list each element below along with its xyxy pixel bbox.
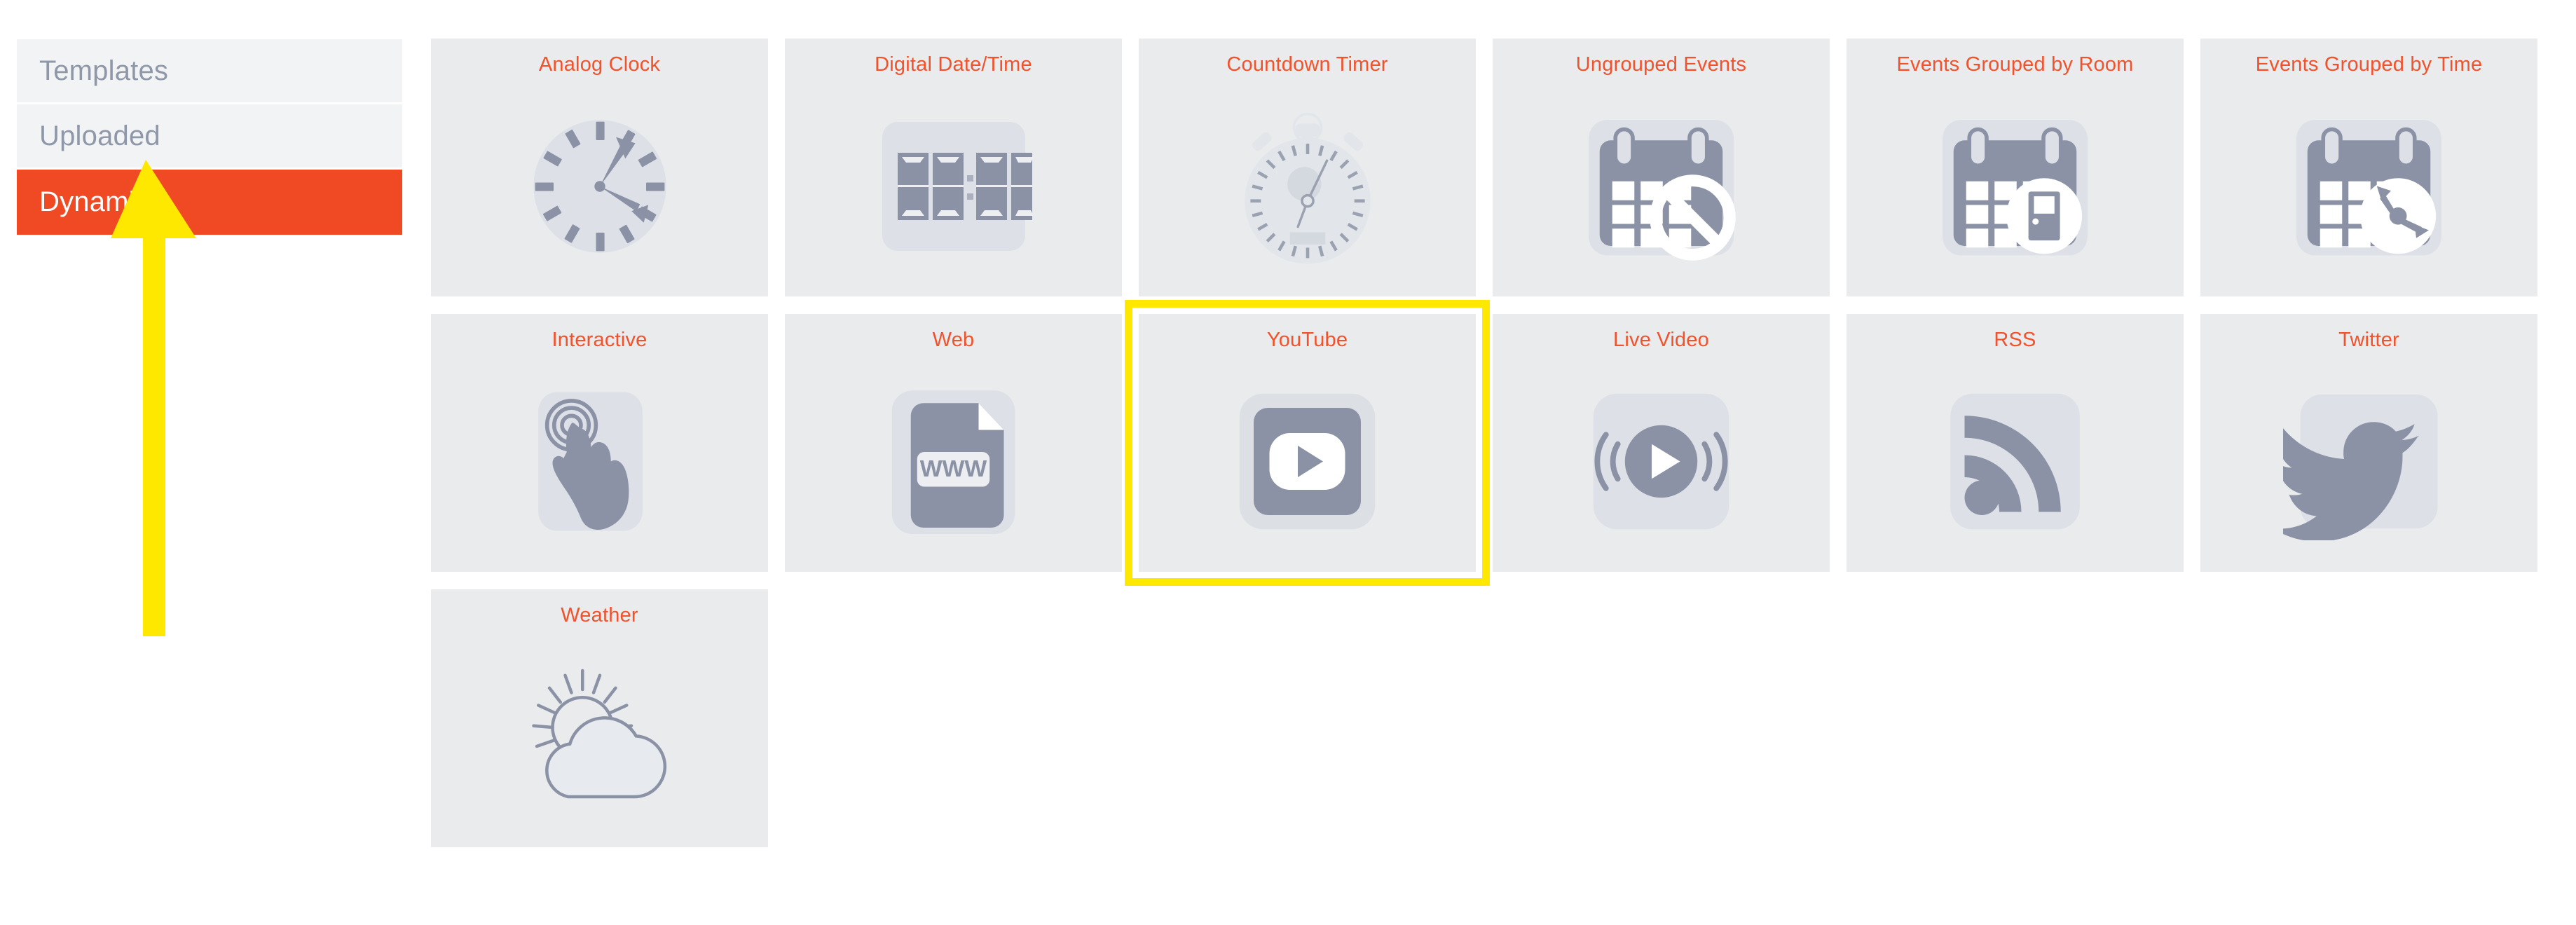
template-card-web[interactable]: Web WWW bbox=[785, 314, 1122, 572]
template-row: Interactive Web WWW YouTube Live Video R… bbox=[431, 300, 2565, 586]
rss-icon bbox=[1847, 352, 2184, 572]
template-card-ungrouped-events[interactable]: Ungrouped Events bbox=[1493, 39, 1830, 296]
analog-clock-icon bbox=[431, 76, 768, 296]
www-label: WWW bbox=[920, 455, 987, 482]
digital-clock-icon bbox=[785, 76, 1122, 296]
template-card-twitter[interactable]: Twitter bbox=[2200, 314, 2537, 572]
stopwatch-icon bbox=[1139, 76, 1476, 296]
card-label: RSS bbox=[1994, 329, 2036, 351]
weather-sun-cloud-icon bbox=[431, 627, 768, 847]
template-card-interactive[interactable]: Interactive bbox=[431, 314, 768, 572]
template-row: Analog Clock Digital Date/Time Countdown… bbox=[431, 39, 2565, 296]
template-card-weather[interactable]: Weather bbox=[431, 589, 768, 847]
card-label: Countdown Timer bbox=[1226, 53, 1388, 76]
card-label: Analog Clock bbox=[538, 53, 661, 76]
template-card-events-grouped-by-time[interactable]: Events Grouped by Time bbox=[2200, 39, 2537, 296]
calendar-blocked-icon bbox=[1493, 76, 1830, 296]
template-card-youtube[interactable]: YouTube bbox=[1125, 300, 1490, 586]
calendar-door-icon bbox=[1847, 76, 2184, 296]
twitter-bird-icon bbox=[2200, 352, 2537, 572]
sidebar-item-label: Uploaded bbox=[39, 120, 160, 151]
template-card-events-grouped-by-room[interactable]: Events Grouped by Room bbox=[1847, 39, 2184, 296]
live-video-icon bbox=[1493, 352, 1830, 572]
www-document-icon: WWW bbox=[785, 352, 1122, 572]
card-label: Weather bbox=[561, 604, 638, 626]
sidebar-item-label: Dynamic bbox=[39, 186, 149, 217]
sidebar: Templates Uploaded Dynamic bbox=[17, 39, 402, 235]
card-label: Events Grouped by Time bbox=[2255, 53, 2483, 76]
template-card-digital-datetime[interactable]: Digital Date/Time bbox=[785, 39, 1122, 296]
template-card-analog-clock[interactable]: Analog Clock bbox=[431, 39, 768, 296]
card-label: Live Video bbox=[1613, 329, 1709, 351]
template-card-countdown-timer[interactable]: Countdown Timer bbox=[1139, 39, 1476, 296]
sidebar-item-label: Templates bbox=[39, 55, 169, 86]
sidebar-item-templates[interactable]: Templates bbox=[17, 39, 402, 104]
youtube-icon bbox=[1139, 352, 1476, 572]
calendar-clock-icon bbox=[2200, 76, 2537, 296]
card-label: YouTube bbox=[1266, 329, 1348, 351]
template-row: Weather bbox=[431, 589, 2565, 847]
sidebar-item-dynamic[interactable]: Dynamic bbox=[17, 170, 402, 235]
card-label: Digital Date/Time bbox=[875, 53, 1032, 76]
sidebar-item-uploaded[interactable]: Uploaded bbox=[17, 104, 402, 170]
card-label: Events Grouped by Room bbox=[1896, 53, 2134, 76]
template-card-rss[interactable]: RSS bbox=[1847, 314, 2184, 572]
template-grid: Analog Clock Digital Date/Time Countdown… bbox=[431, 39, 2565, 865]
touch-hand-icon bbox=[431, 352, 768, 572]
card-label: Web bbox=[932, 329, 975, 351]
card-label: Interactive bbox=[551, 329, 648, 351]
template-card-live-video[interactable]: Live Video bbox=[1493, 314, 1830, 572]
card-label: Twitter bbox=[2338, 329, 2399, 351]
card-label: Ungrouped Events bbox=[1575, 53, 1747, 76]
